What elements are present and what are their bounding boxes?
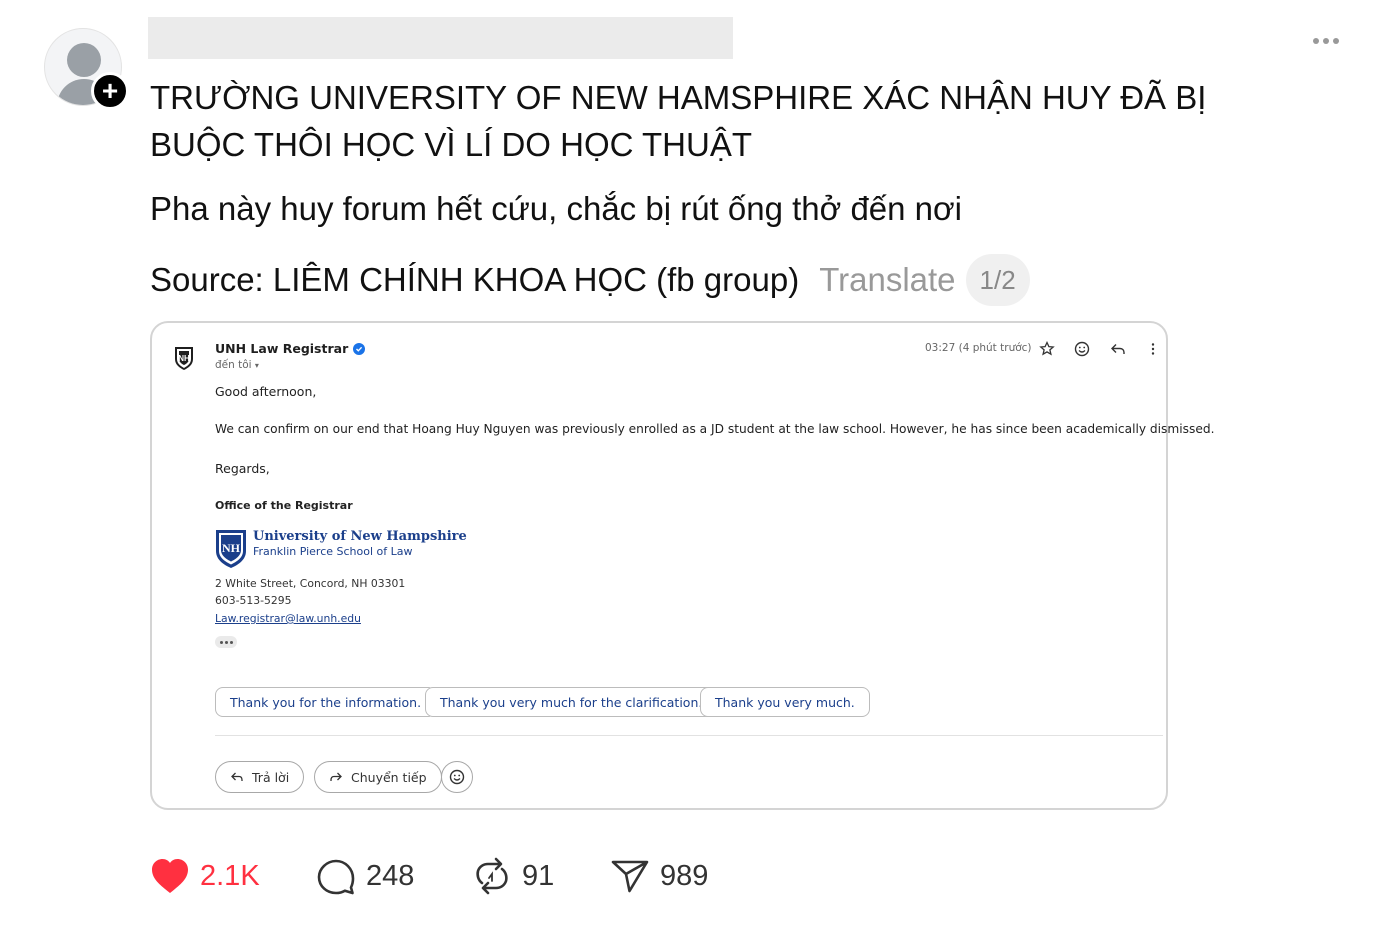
email-greeting: Good afternoon, [215,384,317,399]
smart-reply-chip[interactable]: Thank you very much. [700,687,870,717]
university-name: University of New Hampshire [253,529,467,544]
reply-arrow-icon [231,772,243,781]
heart-icon [152,859,188,893]
username-redacted [148,17,733,59]
repost-button[interactable]: 91 [472,853,554,899]
signature-phone: 603-513-5295 [215,594,292,607]
send-icon [611,860,649,893]
email-screenshot[interactable]: NH UNH Law Registrar đến tôi ▾ 03:27 (4 … [150,321,1214,810]
sender-row: UNH Law Registrar [215,341,366,356]
emoji-icon [449,769,465,785]
svg-text:NH: NH [222,541,241,555]
forward-arrow-icon [330,772,342,781]
more-options-icon[interactable] [1306,28,1346,54]
signature-office: Office of the Registrar [215,499,353,512]
email-time: 03:27 (4 phút trước) [925,342,1032,354]
star-icon[interactable] [1038,340,1056,358]
forward-label: Chuyển tiếp [351,769,427,785]
like-button[interactable]: 2.1K [150,853,260,899]
reply-icon[interactable] [1109,340,1127,358]
repost-icon [476,857,508,895]
share-button[interactable]: 989 [610,853,708,899]
emoji-icon[interactable] [1073,340,1091,358]
avatar-head [67,43,101,77]
post-source: Source: LIÊM CHÍNH KHOA HỌC (fb group) [150,261,800,298]
email-body: We can confirm on our end that Hoang Huy… [215,422,1215,436]
show-trimmed-content-button[interactable] [215,636,237,648]
signature-address: 2 White Street, Concord, NH 03301 [215,577,406,590]
forward-button[interactable]: Chuyển tiếp [314,761,442,793]
smart-reply-chip[interactable]: Thank you for the information. [215,687,437,717]
like-count: 2.1K [200,859,260,892]
school-name: Franklin Pierce School of Law [253,545,413,558]
unh-logo-icon: NH [216,530,246,568]
reply-button[interactable]: Trả lời [215,761,305,793]
share-count: 989 [660,859,709,892]
sender-name: UNH Law Registrar [215,341,349,356]
post-text: Pha này huy forum hết cứu, chắc bị rút ố… [150,190,962,227]
post-headline: TRƯỜNG UNIVERSITY OF NEW HAMSPHIRE XÁC N… [150,79,1207,163]
emoji-react-button[interactable] [441,761,473,793]
image-pager[interactable]: 1/2 [965,254,1030,306]
verified-icon [353,342,366,355]
smart-reply-chip[interactable]: Thank you very much for the clarificatio… [425,687,718,717]
comment-icon [317,859,355,895]
email-regards: Regards, [215,461,270,476]
translate-link[interactable]: Translate [819,261,955,299]
recipient-dropdown[interactable]: đến tôi ▾ [215,359,259,371]
follow-plus-icon[interactable]: + [91,72,129,110]
divider [215,735,1163,736]
more-vertical-icon[interactable] [1144,340,1162,358]
repost-count: 91 [522,859,555,892]
chevron-down-icon: ▾ [254,361,259,370]
comment-button[interactable]: 248 [316,853,414,899]
signature-email-link[interactable]: Law.registrar@law.unh.edu [215,612,361,625]
unh-shield-icon: NH [175,347,193,370]
svg-text:NH: NH [178,354,190,363]
reply-label: Trả lời [252,769,290,785]
recipient-label: đến tôi [215,359,252,371]
post-source-row: Source: LIÊM CHÍNH KHOA HỌC (fb group) T… [150,254,1030,306]
comment-count: 248 [366,859,415,892]
